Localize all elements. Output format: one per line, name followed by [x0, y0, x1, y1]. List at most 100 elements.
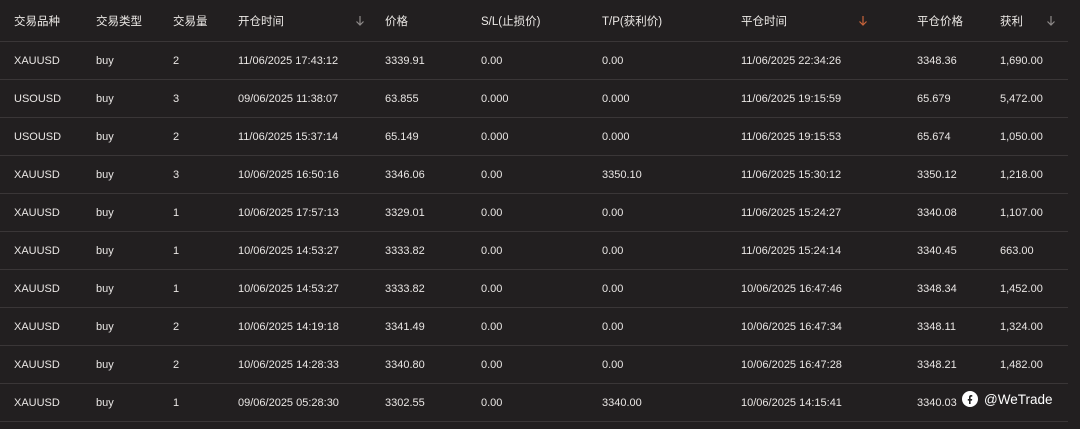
- cell-close-price: 3348.21: [917, 358, 957, 371]
- header-take-profit[interactable]: T/P(获利价): [602, 0, 662, 41]
- cell-close-time: 11/06/2025 15:24:27: [741, 206, 842, 219]
- trade-history-table: 交易品种 交易类型 交易量 开仓时间 价格 S/L(止损价) T/P(获利价) …: [0, 0, 1080, 429]
- sort-arrow-down-active-icon[interactable]: [858, 0, 868, 41]
- cell-price: 3340.80: [385, 358, 425, 371]
- cell-stop-loss: 0.00: [481, 206, 503, 219]
- cell-stop-loss: 0.00: [481, 244, 503, 257]
- cell-trade-type: buy: [96, 282, 114, 295]
- cell-open-time: 10/06/2025 16:50:16: [238, 168, 339, 181]
- cell-close-price: 3348.34: [917, 282, 957, 295]
- cell-stop-loss: 0.000: [481, 130, 509, 143]
- cell-price: 3302.55: [385, 396, 425, 409]
- cell-symbol: XAUUSD: [14, 168, 60, 181]
- cell-symbol: XAUUSD: [14, 396, 60, 409]
- header-close-price[interactable]: 平仓价格: [917, 0, 963, 41]
- header-open-time[interactable]: 开仓时间: [238, 0, 284, 41]
- cell-stop-loss: 0.00: [481, 320, 503, 333]
- table-row[interactable]: XAUUSD buy 1 10/06/2025 17:57:13 3329.01 0.00…: [0, 194, 1068, 232]
- cell-price: 3333.82: [385, 244, 425, 257]
- cell-open-time: 10/06/2025 14:19:18: [238, 320, 339, 333]
- cell-close-time: 10/06/2025 16:47:28: [741, 358, 842, 371]
- table-header: 交易品种 交易类型 交易量 开仓时间 价格 S/L(止损价) T/P(获利价) …: [0, 0, 1068, 42]
- cell-close-price: 3348.36: [917, 54, 957, 67]
- cell-price: 3341.49: [385, 320, 425, 333]
- table-row[interactable]: XAUUSD buy 1 09/06/2025 05:28:30 3302.55 0.00…: [0, 384, 1068, 422]
- cell-take-profit: 0.00: [602, 358, 624, 371]
- cell-take-profit: 0.00: [602, 320, 624, 333]
- cell-close-time: 11/06/2025 22:34:26: [741, 54, 842, 67]
- cell-trade-type: buy: [96, 396, 114, 409]
- cell-stop-loss: 0.00: [481, 282, 503, 295]
- cell-trade-type: buy: [96, 358, 114, 371]
- cell-close-time: 11/06/2025 19:15:59: [741, 92, 842, 105]
- cell-symbol: XAUUSD: [14, 244, 60, 257]
- cell-take-profit: 0.000: [602, 130, 630, 143]
- cell-take-profit: 0.00: [602, 244, 624, 257]
- cell-trade-type: buy: [96, 54, 114, 67]
- cell-close-price: 3340.03: [917, 396, 957, 409]
- cell-price: 3346.06: [385, 168, 425, 181]
- cell-take-profit: 0.00: [602, 206, 624, 219]
- cell-close-time: 10/06/2025 14:15:41: [741, 396, 842, 409]
- header-stop-loss[interactable]: S/L(止损价): [481, 0, 540, 41]
- table-row[interactable]: XAUUSD buy 2 10/06/2025 14:28:33 3340.80 0.00…: [0, 346, 1068, 384]
- sort-arrow-down-icon[interactable]: [355, 0, 365, 41]
- cell-close-price: 3348.11: [917, 320, 956, 333]
- table-row[interactable]: XAUUSD buy 3 10/06/2025 16:50:16 3346.06 0.00…: [0, 156, 1068, 194]
- cell-volume: 3: [173, 168, 180, 181]
- cell-volume: 1: [173, 282, 180, 295]
- cell-volume: 1: [173, 396, 180, 409]
- sort-arrow-down-icon[interactable]: [1046, 0, 1056, 41]
- cell-stop-loss: 0.00: [481, 168, 503, 181]
- cell-trade-type: buy: [96, 92, 114, 105]
- cell-profit: 1,690.00: [1000, 54, 1043, 67]
- cell-take-profit: 0.00: [602, 54, 624, 67]
- cell-open-time: 09/06/2025 05:28:30: [238, 396, 339, 409]
- watermark-text: @WeTrade: [984, 391, 1053, 407]
- cell-trade-type: buy: [96, 320, 114, 333]
- header-volume[interactable]: 交易量: [173, 0, 208, 41]
- cell-price: 63.855: [385, 92, 419, 105]
- cell-symbol: XAUUSD: [14, 54, 60, 67]
- table-row[interactable]: XAUUSD buy 1 10/06/2025 14:53:27 3333.82 0.00…: [0, 270, 1068, 308]
- cell-price: 3333.82: [385, 282, 425, 295]
- cell-trade-type: buy: [96, 244, 114, 257]
- cell-volume: 1: [173, 244, 180, 257]
- cell-close-time: 10/06/2025 16:47:46: [741, 282, 842, 295]
- cell-price: 65.149: [385, 130, 419, 143]
- cell-volume: 2: [173, 130, 180, 143]
- wechat-channel-icon: [962, 391, 978, 407]
- cell-trade-type: buy: [96, 168, 114, 181]
- cell-trade-type: buy: [96, 206, 114, 219]
- cell-symbol: XAUUSD: [14, 320, 60, 333]
- header-trade-type[interactable]: 交易类型: [96, 0, 142, 41]
- cell-close-price: 3340.08: [917, 206, 957, 219]
- table-row[interactable]: XAUUSD buy 2 11/06/2025 17:43:12 3339.91 0.00…: [0, 42, 1068, 80]
- header-profit[interactable]: 获利: [1000, 0, 1023, 41]
- table-row[interactable]: XAUUSD buy 2 10/06/2025 14:19:18 3341.49 0.00…: [0, 308, 1068, 346]
- header-symbol[interactable]: 交易品种: [14, 0, 60, 41]
- watermark: @WeTrade: [962, 389, 1052, 409]
- cell-take-profit: 3350.10: [602, 168, 642, 181]
- header-price[interactable]: 价格: [385, 0, 408, 41]
- cell-open-time: 11/06/2025 15:37:14: [238, 130, 339, 143]
- cell-symbol: USOUSD: [14, 92, 62, 105]
- cell-profit: 1,324.00: [1000, 320, 1043, 333]
- cell-open-time: 10/06/2025 14:53:27: [238, 282, 339, 295]
- cell-price: 3329.01: [385, 206, 425, 219]
- cell-close-time: 11/06/2025 15:30:12: [741, 168, 842, 181]
- table-row[interactable]: USOUSD buy 3 09/06/2025 11:38:07 63.855 0.000…: [0, 80, 1068, 118]
- cell-profit: 1,218.00: [1000, 168, 1043, 181]
- cell-open-time: 10/06/2025 14:53:27: [238, 244, 339, 257]
- cell-stop-loss: 0.00: [481, 396, 503, 409]
- cell-symbol: XAUUSD: [14, 358, 60, 371]
- header-close-time[interactable]: 平仓时间: [741, 0, 787, 41]
- cell-stop-loss: 0.00: [481, 54, 503, 67]
- cell-take-profit: 0.000: [602, 92, 630, 105]
- table-row[interactable]: XAUUSD buy 1 10/06/2025 14:53:27 3333.82 0.00…: [0, 232, 1068, 270]
- cell-profit: 1,107.00: [1000, 206, 1043, 219]
- cell-close-time: 10/06/2025 16:47:34: [741, 320, 842, 333]
- table-row[interactable]: USOUSD buy 2 11/06/2025 15:37:14 65.149 0.000…: [0, 118, 1068, 156]
- cell-take-profit: 3340.00: [602, 396, 642, 409]
- cell-take-profit: 0.00: [602, 282, 624, 295]
